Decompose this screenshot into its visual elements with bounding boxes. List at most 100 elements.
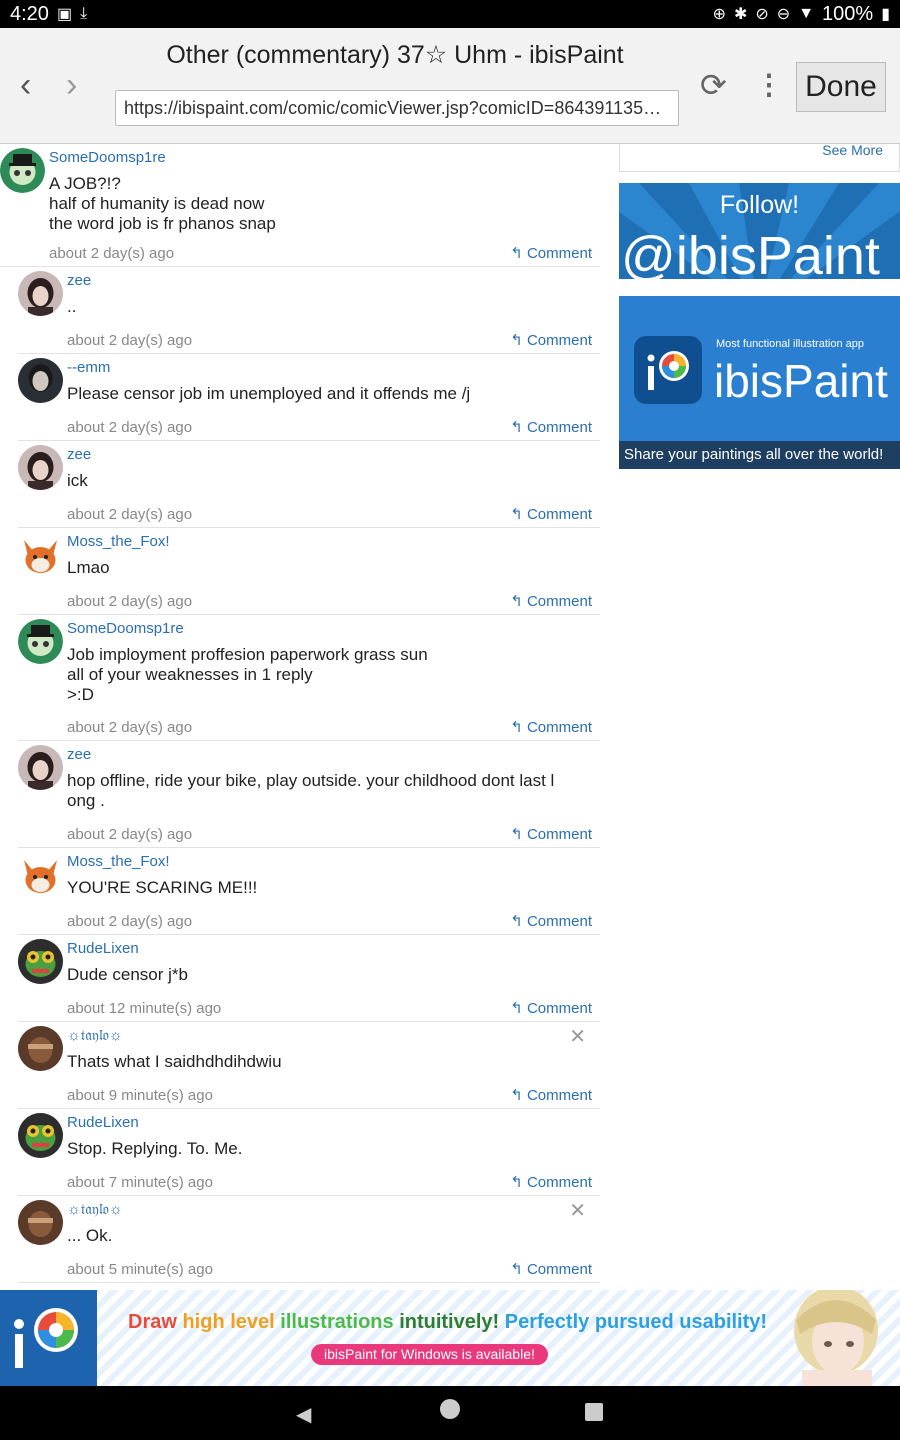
comment-reply-link[interactable]: ↰ Comment xyxy=(510,331,592,349)
list-item: ☼𝔱𝔞𝔶𝔩𝔬☼ ... Ok. ✕ about 5 minute(s) ago … xyxy=(18,1196,600,1283)
comment-reply-link[interactable]: ↰ Comment xyxy=(510,1260,592,1278)
list-item: zee ick about 2 day(s) ago ↰ Comment xyxy=(18,441,600,528)
forward-arrow-icon[interactable]: › xyxy=(66,66,77,105)
comment-username[interactable]: ☼𝔱𝔞𝔶𝔩𝔬☼ xyxy=(67,1198,592,1222)
system-nav-bar: ◀ xyxy=(0,1386,900,1440)
comment-username[interactable]: RudeLixen xyxy=(67,937,592,961)
comment-reply-link[interactable]: ↰ Comment xyxy=(510,999,592,1017)
app-share-caption: Share your paintings all over the world! xyxy=(619,441,900,469)
delete-comment-icon[interactable]: ✕ xyxy=(569,1024,586,1049)
comment-time: about 2 day(s) ago xyxy=(67,593,193,610)
avatar[interactable] xyxy=(18,745,63,790)
list-item: ☼𝔱𝔞𝔶𝔩𝔬☼ Thats what I saidhdhdihdwiu ✕ ab… xyxy=(18,1022,600,1109)
comment-reply-link[interactable]: ↰ Comment xyxy=(510,418,592,436)
see-more-link[interactable]: See More xyxy=(822,144,883,158)
list-item: zee .. about 2 day(s) ago ↰ Comment xyxy=(18,267,600,354)
comment-text: Please censor job im unemployed and it o… xyxy=(67,384,471,403)
comment-time: about 2 day(s) ago xyxy=(67,419,193,436)
sync-icon: ⊕ xyxy=(712,6,726,23)
ad-windows-pill[interactable]: ibisPaint for Windows is available! xyxy=(311,1344,548,1365)
reply-icon: ↰ xyxy=(510,719,523,736)
comment-username[interactable]: SomeDoomsp1re xyxy=(49,146,592,170)
comment-time: about 2 day(s) ago xyxy=(67,913,193,930)
comment-text: Lmao xyxy=(67,558,110,577)
comment-time: about 2 day(s) ago xyxy=(49,245,175,262)
list-item: RudeLixen Stop. Replying. To. Me. about … xyxy=(18,1109,600,1196)
reply-icon: ↰ xyxy=(510,506,523,523)
avatar[interactable] xyxy=(18,1200,63,1245)
comment-text: ... Ok. xyxy=(67,1226,113,1245)
avatar[interactable] xyxy=(18,271,63,316)
comment-reply-link[interactable]: ↰ Comment xyxy=(510,244,592,262)
back-arrow-icon[interactable]: ‹ xyxy=(20,66,31,105)
page-title: Other (commentary) 37☆ Uhm - ibisPaint xyxy=(166,41,624,69)
comment-reply-link[interactable]: ↰ Comment xyxy=(510,825,592,843)
comment-time: about 2 day(s) ago xyxy=(67,506,193,523)
comment-username[interactable]: Moss_the_Fox! xyxy=(67,530,592,554)
ad-banner[interactable]: Draw high level illustrations intuitivel… xyxy=(0,1290,900,1386)
ad-character-illustration xyxy=(772,1290,900,1386)
list-item: Moss_the_Fox! YOU'RE SCARING ME!!! about… xyxy=(18,848,600,935)
comment-reply-link[interactable]: ↰ Comment xyxy=(510,505,592,523)
reply-icon: ↰ xyxy=(510,913,523,930)
battery-icon: ▮ xyxy=(881,6,890,23)
list-item: SomeDoomsp1re A JOB?!? half of humanity … xyxy=(0,144,600,267)
reply-icon: ↰ xyxy=(510,332,523,349)
comment-username[interactable]: SomeDoomsp1re xyxy=(67,617,592,641)
done-button[interactable]: Done xyxy=(796,62,886,112)
reply-icon: ↰ xyxy=(510,419,523,436)
comment-reply-link[interactable]: ↰ Comment xyxy=(510,592,592,610)
avatar[interactable] xyxy=(18,619,63,664)
comment-username[interactable]: --emm xyxy=(67,356,592,380)
follow-banner[interactable]: Follow! @ibisPaint xyxy=(619,183,900,279)
mute-icon: ⊘ xyxy=(755,6,769,23)
avatar[interactable] xyxy=(18,1113,63,1158)
app-banner[interactable]: Most functional illustration app ibisPai… xyxy=(619,296,900,469)
comment-time: about 2 day(s) ago xyxy=(67,719,193,736)
avatar[interactable] xyxy=(18,532,63,577)
avatar[interactable] xyxy=(18,939,63,984)
comment-text: Thats what I saidhdhdihdwiu xyxy=(67,1052,282,1071)
comment-username[interactable]: RudeLixen xyxy=(67,1111,592,1135)
reload-icon[interactable]: ⟳ xyxy=(700,66,727,104)
browser-toolbar: Other (commentary) 37☆ Uhm - ibisPaint ‹… xyxy=(0,28,900,144)
wifi-icon: ▼ xyxy=(798,5,815,22)
comment-time: about 7 minute(s) ago xyxy=(67,1174,213,1191)
follow-title: Follow! xyxy=(719,191,800,219)
comment-time: about 2 day(s) ago xyxy=(67,332,193,349)
status-time: 4:20 xyxy=(10,2,49,25)
comment-text: .. xyxy=(67,297,77,316)
comment-reply-link[interactable]: ↰ Comment xyxy=(510,912,592,930)
comment-username[interactable]: zee xyxy=(67,269,592,293)
list-item: SomeDoomsp1re Job imployment proffesion … xyxy=(18,615,600,741)
avatar[interactable] xyxy=(18,358,63,403)
overflow-menu-icon[interactable]: ⋮ xyxy=(755,68,783,101)
comment-time: about 5 minute(s) ago xyxy=(67,1261,213,1278)
avatar[interactable] xyxy=(0,148,45,193)
nav-back-icon[interactable]: ◀ xyxy=(296,1402,311,1427)
app-name: ibisPaint xyxy=(714,355,888,407)
nav-home-icon[interactable] xyxy=(440,1399,460,1419)
comment-reply-link[interactable]: ↰ Comment xyxy=(510,1086,592,1104)
url-field[interactable]: https://ibispaint.com/comic/comicViewer.… xyxy=(115,90,679,126)
status-bar: 4:20 ▣ ⤓ ⊕ ✱ ⊘ ⊖ ▼ 100% ▮ xyxy=(0,0,900,28)
comment-text: Stop. Replying. To. Me. xyxy=(67,1139,243,1158)
comment-reply-link[interactable]: ↰ Comment xyxy=(510,718,592,736)
nav-recents-icon[interactable] xyxy=(585,1403,603,1421)
comment-username[interactable]: zee xyxy=(67,743,592,767)
comment-text: YOU'RE SCARING ME!!! xyxy=(67,878,258,897)
comment-reply-link[interactable]: ↰ Comment xyxy=(510,1173,592,1191)
reply-icon: ↰ xyxy=(510,593,523,610)
avatar[interactable] xyxy=(18,445,63,490)
ad-headline: Draw high level illustrations intuitivel… xyxy=(128,1311,768,1333)
delete-comment-icon[interactable]: ✕ xyxy=(569,1198,586,1223)
comment-time: about 12 minute(s) ago xyxy=(67,1000,222,1017)
avatar[interactable] xyxy=(18,1026,63,1071)
comment-username[interactable]: zee xyxy=(67,443,592,467)
comment-username[interactable]: ☼𝔱𝔞𝔶𝔩𝔬☼ xyxy=(67,1024,592,1048)
follow-handle: @ibisPaint xyxy=(621,226,880,279)
download-icon: ⤓ xyxy=(80,5,88,22)
battery-percent: 100% xyxy=(822,2,874,25)
comment-username[interactable]: Moss_the_Fox! xyxy=(67,850,592,874)
avatar[interactable] xyxy=(18,852,63,897)
